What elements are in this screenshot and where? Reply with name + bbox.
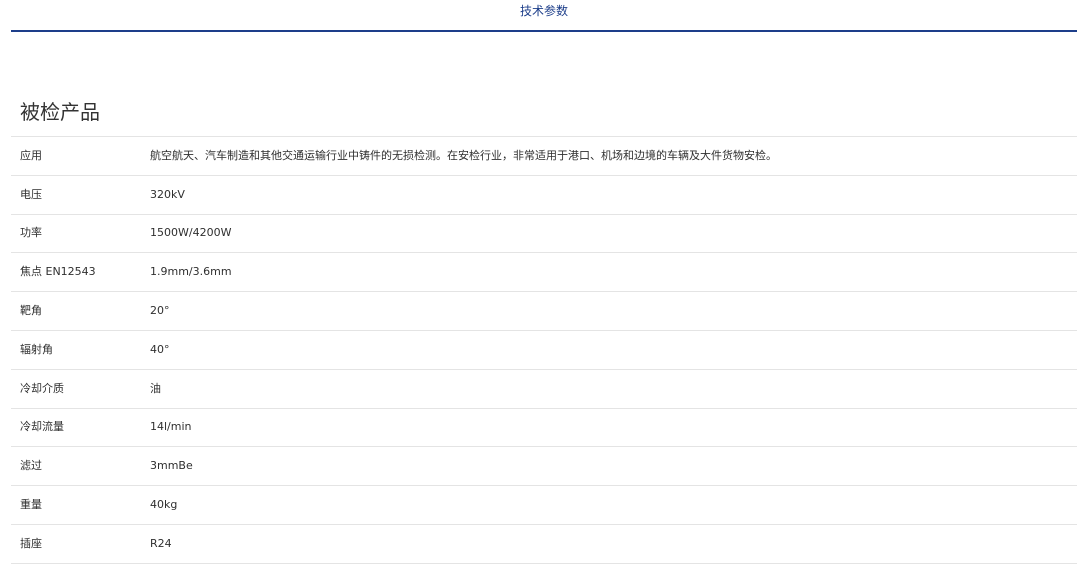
spec-value: 1500W/4200W [150,226,232,240]
spec-value: 3mmBe [150,459,193,473]
spec-value: 20° [150,304,170,318]
spec-label: 重量 [20,498,42,512]
spec-label: 应用 [20,148,42,162]
spec-value: 40kg [150,498,178,512]
table-row: 功率 1500W/4200W [11,214,1077,253]
spec-value: 320kV [150,187,185,201]
spec-label: 功率 [20,226,42,240]
spec-label: 滤过 [20,459,42,473]
spec-table: 应用 航空航天、汽车制造和其他交通运输行业中铸件的无损检测。在安检行业，非常适用… [11,136,1077,564]
spec-label: 焦点 EN12543 [20,265,96,279]
spec-label: 冷却介质 [20,381,64,395]
spec-label: 插座 [20,536,42,550]
table-row: 冷却介质 油 [11,369,1077,408]
table-row: 滤过 3mmBe [11,446,1077,486]
section-title: 被检产品 [20,100,100,124]
spec-label: 冷却流量 [20,420,64,434]
page: 技术参数 被检产品 应用 航空航天、汽车制造和其他交通运输行业中铸件的无损检测。… [0,0,1081,570]
spec-value: R24 [150,536,172,550]
table-row: 靶角 20° [11,291,1077,331]
tab-bar: 技术参数 [11,0,1077,32]
table-row: 电压 320kV [11,175,1077,214]
spec-value: 14l/min [150,420,192,434]
spec-label: 辐射角 [20,342,53,356]
table-row: 应用 航空航天、汽车制造和其他交通运输行业中铸件的无损检测。在安检行业，非常适用… [11,136,1077,176]
spec-value: 40° [150,342,170,356]
table-row: 插座 R24 [11,524,1077,564]
spec-value: 1.9mm/3.6mm [150,265,232,279]
spec-label: 靶角 [20,304,42,318]
table-row: 重量 40kg [11,485,1077,525]
spec-value: 油 [150,381,161,395]
table-row: 冷却流量 14l/min [11,408,1077,447]
tab-technical-parameters[interactable]: 技术参数 [11,3,1077,19]
table-row: 焦点 EN12543 1.9mm/3.6mm [11,252,1077,292]
spec-value: 航空航天、汽车制造和其他交通运输行业中铸件的无损检测。在安检行业，非常适用于港口… [150,148,777,162]
table-row: 辐射角 40° [11,330,1077,369]
spec-label: 电压 [20,187,42,201]
